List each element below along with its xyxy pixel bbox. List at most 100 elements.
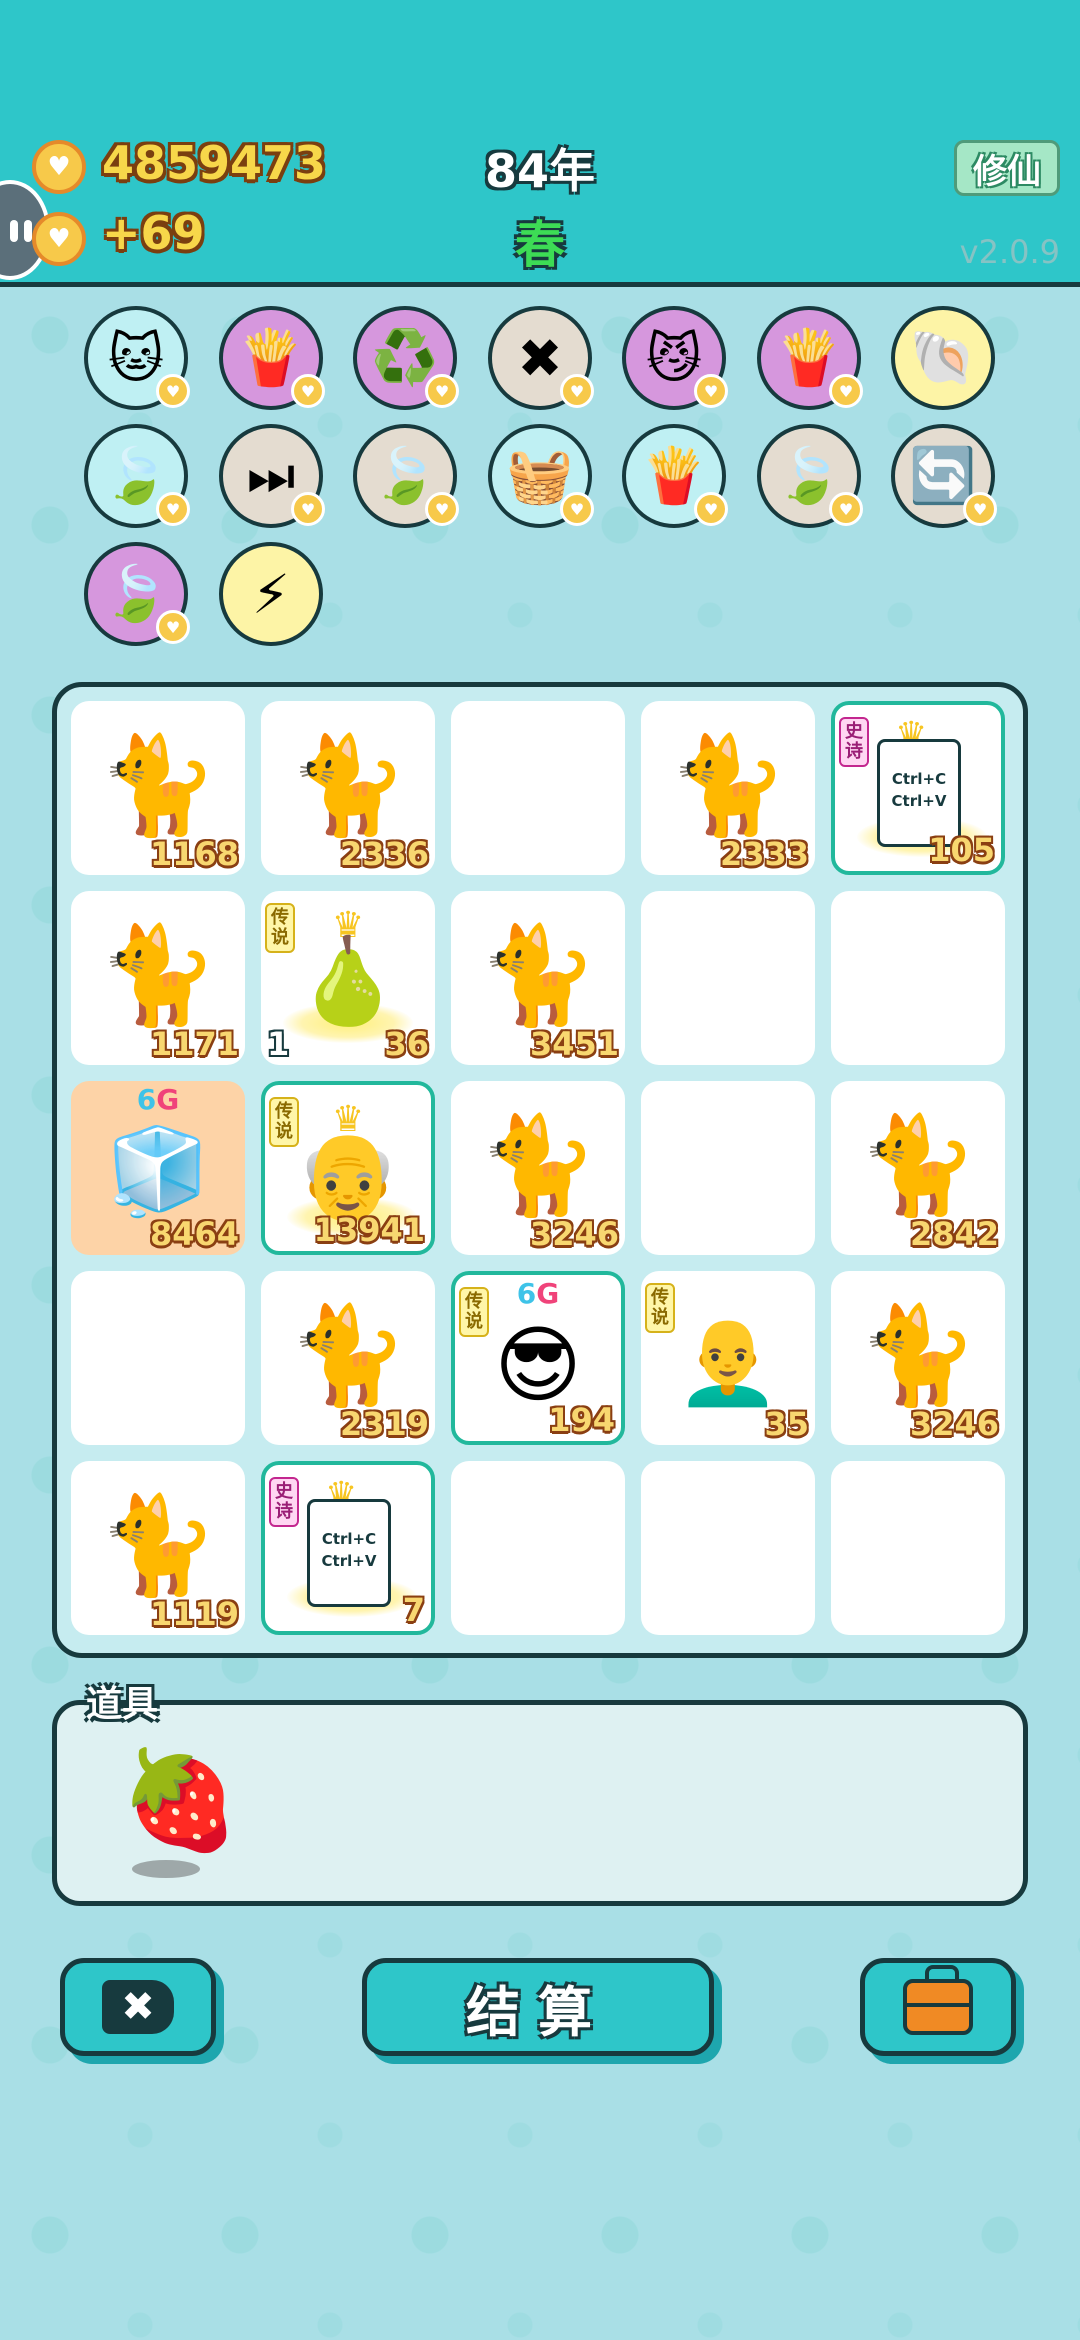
- props-label: 道具: [86, 1684, 159, 1725]
- settle-label: 结算: [466, 1980, 610, 2044]
- cat-eyes-icon: 😼: [645, 326, 703, 390]
- heart-icon: ♥: [291, 492, 325, 526]
- ability-leaf-icon[interactable]: 🍃 ♥: [84, 542, 190, 646]
- cell-value: 1168: [149, 835, 239, 873]
- board-cell-empty[interactable]: [641, 891, 815, 1065]
- heart-icon: ♥: [694, 374, 728, 408]
- board-cell-cat[interactable]: 🐈 3451: [451, 891, 625, 1065]
- legend-tag: 传说: [265, 903, 295, 953]
- cell-counter: 1: [267, 1025, 290, 1063]
- ability-cat-eyes-icon[interactable]: 😼 ♥: [622, 306, 728, 410]
- strawberry-icon[interactable]: 🍓: [120, 1745, 240, 1855]
- game-board: 🐈 1168 🐈 2336 🐈 2333 ♛ Ctrl+C Ctrl+V 史诗 1…: [52, 682, 1028, 1658]
- cat-icon: 🐈: [668, 729, 788, 841]
- cell-value: 35: [764, 1405, 809, 1443]
- cat-icon: 🐈: [858, 1299, 978, 1411]
- ability-leaf-icon[interactable]: 🍃 ♥: [84, 424, 190, 528]
- board-cell-copy-paste[interactable]: ♛ Ctrl+C Ctrl+V 史诗 105: [831, 701, 1005, 875]
- settle-button[interactable]: 结算: [362, 1958, 714, 2056]
- board-cell-cat[interactable]: 🐈 2319: [261, 1271, 435, 1445]
- epic-tag: 史诗: [269, 1477, 299, 1527]
- board-cell-copy-paste[interactable]: ♛ Ctrl+C Ctrl+V 史诗 7: [261, 1461, 435, 1635]
- board-cell-empty[interactable]: [451, 701, 625, 875]
- income-coin-icon: ♥: [32, 212, 86, 266]
- ability-leaf-icon[interactable]: 🍃 ♥: [353, 424, 459, 528]
- cell-value: 7: [402, 1591, 425, 1629]
- cell-value: 1119: [149, 1595, 239, 1633]
- board-cell-empty[interactable]: [831, 891, 1005, 1065]
- board-cell-cat[interactable]: 🐈 2336: [261, 701, 435, 875]
- ability-refresh-icon[interactable]: 🔄 ♥: [891, 424, 997, 528]
- board-cell-empty[interactable]: [641, 1461, 815, 1635]
- cell-value: 13941: [313, 1211, 425, 1249]
- heart-icon: ♥: [156, 374, 190, 408]
- ability-cat-icon[interactable]: 🐱 ♥: [84, 306, 190, 410]
- legend-tag: 传说: [645, 1283, 675, 1333]
- legend-tag: 传说: [269, 1097, 299, 1147]
- coin-count: 4859473: [102, 136, 327, 190]
- epic-tag: 史诗: [839, 717, 869, 767]
- heart-icon: ♥: [963, 492, 997, 526]
- copy-paste-card-icon: Ctrl+C Ctrl+V: [307, 1499, 391, 1607]
- cat-icon: 🐈: [478, 919, 598, 1031]
- board-cell-sunglasses-man[interactable]: 6G 😎 传说 194: [451, 1271, 625, 1445]
- skip-icon: ⏭: [246, 444, 296, 507]
- board-cell-bald-man[interactable]: 👨‍🦲 传说 35: [641, 1271, 815, 1445]
- income-rate: +69: [102, 206, 205, 260]
- board-cell-cat[interactable]: 🐈 1171: [71, 891, 245, 1065]
- cell-value: 194: [548, 1401, 615, 1439]
- cat-icon: 🐱: [107, 326, 165, 390]
- cell-value: 1171: [149, 1025, 239, 1063]
- board-cell-grandpa[interactable]: ♛ 👴 传说 13941: [261, 1081, 435, 1255]
- cell-value: 2333: [719, 835, 809, 873]
- remove-button[interactable]: ✖: [60, 1958, 216, 2056]
- season-label: 春: [515, 216, 565, 274]
- board-cell-cat[interactable]: 🐈 1168: [71, 701, 245, 875]
- board-cell-empty[interactable]: [831, 1461, 1005, 1635]
- ability-fruit-basket-icon[interactable]: 🧺 ♥: [488, 424, 594, 528]
- cell-value: 8464: [149, 1215, 239, 1253]
- cat-icon: 🐈: [98, 1489, 218, 1601]
- board-cell-cat[interactable]: 🐈 3246: [831, 1271, 1005, 1445]
- ability-lightning-icon[interactable]: ⚡: [219, 542, 323, 646]
- cell-value: 3246: [909, 1405, 999, 1443]
- board-cell-cat[interactable]: 🐈 2333: [641, 701, 815, 875]
- ability-fries-icon[interactable]: 🍟 ♥: [757, 306, 863, 410]
- board-cell-cat[interactable]: 🐈 2842: [831, 1081, 1005, 1255]
- heart-icon: ♥: [291, 374, 325, 408]
- ability-fries-icon[interactable]: 🍟 ♥: [219, 306, 325, 410]
- coin-icon: ♥: [32, 140, 86, 194]
- heart-icon: ♥: [560, 492, 594, 526]
- ability-recycle-icon[interactable]: ♻️ ♥: [353, 306, 459, 410]
- board-cell-empty[interactable]: [641, 1081, 815, 1255]
- cat-icon: 🐈: [98, 919, 218, 1031]
- inventory-button[interactable]: [860, 1958, 1016, 2056]
- board-cell-cat[interactable]: 🐈 1119: [71, 1461, 245, 1635]
- version-label: v2.0.9: [959, 233, 1060, 271]
- cell-value: 36: [384, 1025, 429, 1063]
- heart-icon: ♥: [156, 610, 190, 644]
- cell-value: 3246: [529, 1215, 619, 1253]
- cat-icon: 🐈: [98, 729, 218, 841]
- ability-delete-tag-icon[interactable]: ✖ ♥: [488, 306, 594, 410]
- board-cell-empty[interactable]: [71, 1271, 245, 1445]
- heart-icon: ♥: [156, 492, 190, 526]
- heart-icon: ♥: [425, 492, 459, 526]
- cat-icon: 🐈: [478, 1109, 598, 1221]
- cultivation-button[interactable]: 修仙: [954, 140, 1060, 196]
- delete-tag-icon: ✖: [102, 1980, 174, 2034]
- cat-icon: 🐈: [858, 1109, 978, 1221]
- ability-leaf-icon[interactable]: 🍃 ♥: [757, 424, 863, 528]
- board-cell-fridge[interactable]: 6G 🧊 8464: [71, 1081, 245, 1255]
- heart-icon: ♥: [829, 374, 863, 408]
- ability-shell-icon[interactable]: 🐚: [891, 306, 995, 410]
- board-cell-empty[interactable]: [451, 1461, 625, 1635]
- delete-tag-icon: ✖: [517, 326, 563, 390]
- cat-icon: 🐈: [288, 729, 408, 841]
- ability-fries-icon[interactable]: 🍟 ♥: [622, 424, 728, 528]
- ability-skip-icon[interactable]: ⏭ ♥: [219, 424, 325, 528]
- cell-value: 2842: [909, 1215, 999, 1253]
- board-cell-pear[interactable]: ♛ 🍐 传说 1 36: [261, 891, 435, 1065]
- board-cell-cat[interactable]: 🐈 3246: [451, 1081, 625, 1255]
- cat-icon: 🐈: [288, 1299, 408, 1411]
